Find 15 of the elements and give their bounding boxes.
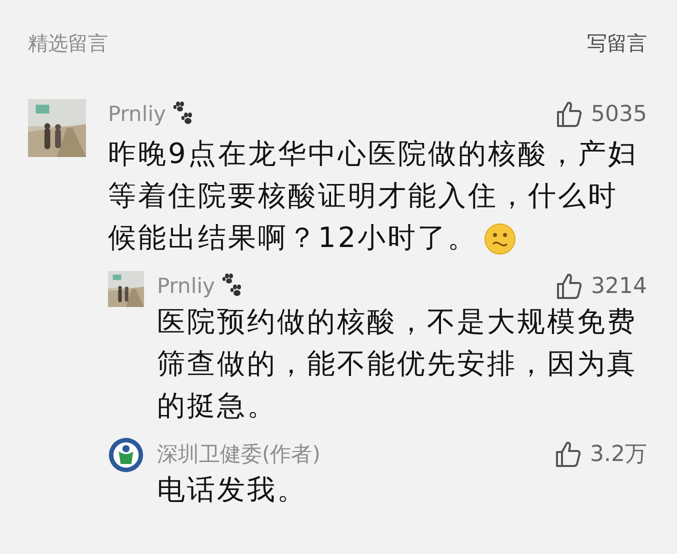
comment-text: 电话发我。: [157, 472, 308, 508]
section-title: 精选留言: [28, 30, 108, 57]
thumbs-up-icon: [555, 100, 583, 128]
write-comment-link[interactable]: 写留言: [587, 30, 647, 57]
like-count: 3.2万: [590, 441, 647, 469]
thumbs-up-icon: [555, 272, 583, 300]
comment-text: 医院预约做的核酸，不是大规模免费筛查做的，能不能优先安排，因为真的挺急。: [157, 304, 638, 424]
thumbs-up-icon: [554, 440, 582, 468]
like-count: 3214: [591, 274, 647, 298]
author-name: 深圳卫健委(作者): [157, 441, 320, 468]
like-count: 5035: [591, 102, 647, 126]
org-logo-icon: [108, 437, 144, 473]
author-name: Prnliy: [157, 274, 215, 298]
author-name: Prnliy: [108, 102, 166, 126]
comment-text: 昨晚9点在龙华中心医院做的核酸，产妇等着住院要核酸证明才能入住，什么时候能出结果啊？12小时了。: [108, 136, 639, 258]
